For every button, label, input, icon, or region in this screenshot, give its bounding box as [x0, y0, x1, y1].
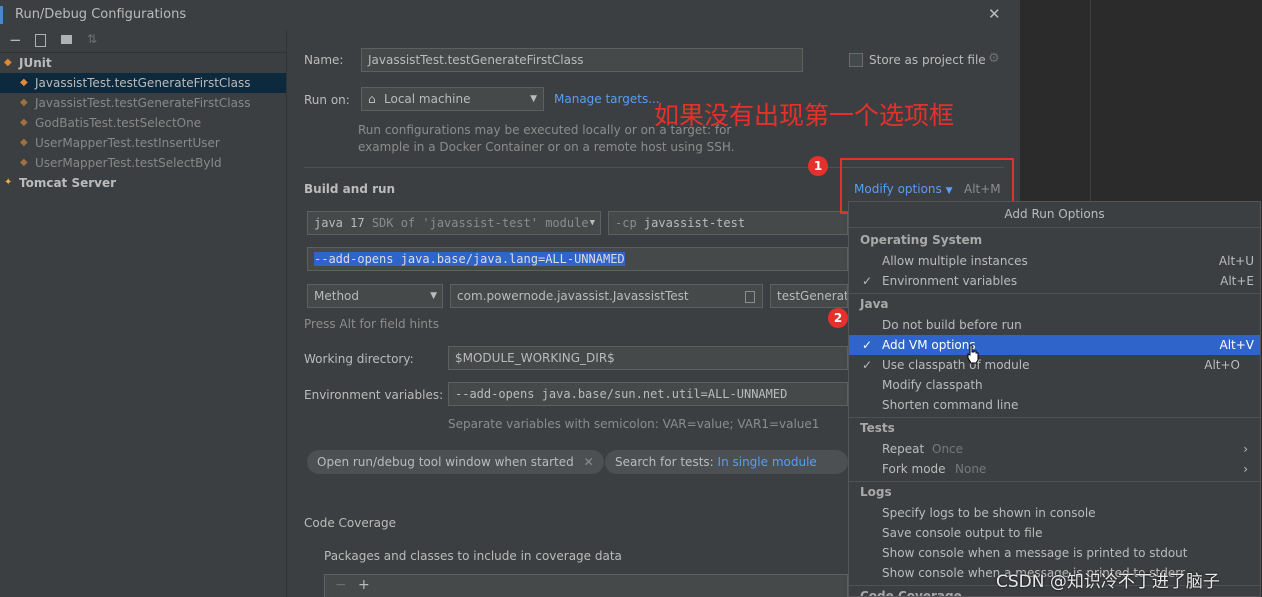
menu-item-specify-logs[interactable]: Specify logs to be shown in console [849, 503, 1260, 523]
config-tree-panel: − ⇅ ◆ JUnit ◆ JavassistTest.testGenerate… [0, 30, 287, 597]
group-operating-system: Operating System [860, 233, 983, 247]
coverage-list: − + [324, 574, 848, 597]
gear-icon[interactable]: ⚙ [988, 51, 1000, 66]
hand-cursor-icon [967, 344, 979, 364]
workdir-label: Working directory: [304, 352, 414, 366]
junit-test-icon: ◆ [20, 77, 28, 88]
run-on-hint-line2: example in a Docker Container or on a re… [358, 140, 735, 154]
group-java: Java [860, 297, 889, 311]
annotation-text: 如果没有出现第一个选项框 [654, 101, 955, 130]
run-on-label: Run on: [304, 93, 350, 107]
tomcat-icon: ✦ [4, 177, 13, 188]
manage-targets-link[interactable]: Manage targets... [554, 92, 660, 106]
annotation-badge-1: 1 [808, 156, 828, 176]
test-class-input[interactable]: com.powernode.javassist.JavassistTest [450, 284, 763, 308]
chevron-down-icon: ▼ [430, 291, 437, 301]
coverage-title: Code Coverage [304, 516, 397, 530]
tree-item-selected[interactable]: ◆ JavassistTest.testGenerateFirstClass [0, 73, 286, 93]
name-input[interactable]: JavassistTest.testGenerateFirstClass [361, 48, 803, 72]
tree-item[interactable]: ◆ JavassistTest.testGenerateFirstClass [0, 93, 286, 113]
run-on-select[interactable]: ⌂ Local machine ▼ [361, 87, 544, 111]
field-hints: Press Alt for field hints [304, 317, 439, 331]
junit-test-icon: ◆ [20, 157, 28, 168]
divider [849, 417, 1260, 418]
chevron-right-icon: › [1243, 462, 1248, 476]
divider [849, 293, 1260, 294]
name-label: Name: [304, 53, 344, 67]
tree-group-junit[interactable]: ◆ JUnit [0, 53, 286, 73]
env-hint: Separate variables with semicolon: VAR=v… [448, 417, 820, 431]
group-tests: Tests [860, 421, 895, 435]
junit-test-icon: ◆ [20, 117, 28, 128]
copy-icon[interactable] [35, 34, 46, 47]
close-icon[interactable]: ✕ [988, 5, 1001, 23]
app-icon [0, 6, 3, 24]
chevron-down-icon: ▼ [589, 218, 595, 228]
coverage-packages-label: Packages and classes to include in cover… [324, 549, 622, 563]
tree-group-tomcat[interactable]: ✦ Tomcat Server [0, 173, 286, 193]
menu-item-fork-mode[interactable]: Fork mode None › [849, 459, 1260, 479]
chip-search-for-tests[interactable]: Search for tests: In single module [605, 450, 848, 474]
menu-item-repeat[interactable]: Repeat Once › [849, 439, 1260, 459]
menu-item-modify-classpath[interactable]: Modify classpath [849, 375, 1260, 395]
folder-add-icon[interactable] [61, 35, 72, 44]
checkmark-icon: ✓ [862, 338, 873, 352]
jdk-select[interactable]: java 17 SDK of 'javassist-test' module ▼ [307, 211, 601, 235]
close-icon[interactable]: ✕ [584, 455, 594, 469]
junit-test-icon: ◆ [20, 137, 28, 148]
group-code-coverage: Code Coverage [860, 589, 962, 597]
watermark: CSDN @知识冷不丁进了脑子 [996, 572, 1220, 592]
add-icon[interactable]: + [358, 577, 370, 593]
store-label: Store as project file [869, 53, 986, 67]
remove-icon[interactable]: − [335, 577, 347, 593]
test-kind-select[interactable]: Method ▼ [307, 284, 443, 308]
sort-icon[interactable]: ⇅ [87, 32, 97, 46]
annotation-badge-2: 2 [828, 308, 848, 328]
chevron-right-icon: › [1243, 442, 1248, 456]
menu-item-add-vm-options[interactable]: ✓ Add VM options Alt+V [849, 335, 1260, 355]
env-input[interactable]: --add-opens java.base/sun.net.util=ALL-U… [448, 382, 848, 406]
menu-item-shorten-command-line[interactable]: Shorten command line [849, 395, 1260, 415]
junit-test-icon: ◆ [20, 97, 28, 108]
add-run-options-popup: Add Run Options Operating System Allow m… [848, 201, 1261, 597]
build-run-title: Build and run [304, 182, 396, 196]
chip-open-tool-window[interactable]: Open run/debug tool window when started … [307, 450, 604, 474]
menu-item-allow-multiple[interactable]: Allow multiple instances Alt+U [849, 251, 1260, 271]
house-icon: ⌂ [368, 92, 376, 106]
divider [849, 227, 1260, 228]
junit-icon: ◆ [4, 57, 12, 68]
sidebar-toolbar: − ⇅ [0, 30, 286, 53]
store-checkbox[interactable] [849, 53, 863, 67]
menu-item-env-vars[interactable]: ✓ Environment variables Alt+E [849, 271, 1260, 291]
divider [849, 481, 1260, 482]
tree-item[interactable]: ◆ GodBatisTest.testSelectOne [0, 113, 286, 133]
menu-item-no-build[interactable]: Do not build before run [849, 315, 1260, 335]
vm-options-input[interactable]: --add-opens java.base/java.lang=ALL-UNNA… [307, 247, 848, 271]
remove-icon[interactable]: − [9, 31, 22, 49]
menu-item-use-classpath[interactable]: ✓ Use classpath of module Alt+O [849, 355, 1260, 375]
classpath-select[interactable]: -cp javassist-test [608, 211, 848, 235]
checkmark-icon: ✓ [862, 274, 873, 288]
window-title: Run/Debug Configurations [15, 7, 187, 22]
chevron-down-icon: ▼ [530, 94, 537, 104]
env-label: Environment variables: [304, 388, 444, 402]
title-bar: Run/Debug Configurations ✕ [0, 0, 1020, 30]
menu-item-save-console[interactable]: Save console output to file [849, 523, 1260, 543]
group-logs: Logs [860, 485, 892, 499]
test-method-input[interactable]: testGenerate [770, 284, 848, 308]
tree-item[interactable]: ◆ UserMapperTest.testSelectById [0, 153, 286, 173]
menu-item-show-stdout[interactable]: Show console when a message is printed t… [849, 543, 1260, 563]
checkmark-icon: ✓ [862, 358, 873, 372]
tree-item[interactable]: ◆ UserMapperTest.testInsertUser [0, 133, 286, 153]
workdir-input[interactable]: $MODULE_WORKING_DIR$ [448, 346, 848, 370]
browse-icon[interactable] [745, 291, 755, 303]
popup-title: Add Run Options [1004, 207, 1105, 221]
